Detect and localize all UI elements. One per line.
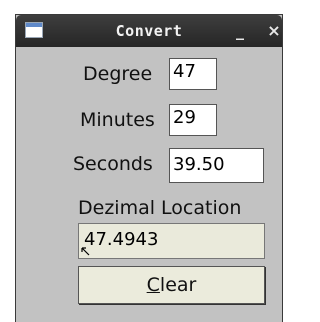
clear-button-label: lear bbox=[159, 274, 197, 296]
title-bar[interactable]: Convert _ × bbox=[16, 15, 282, 47]
result-output[interactable]: 47.4943 bbox=[78, 223, 265, 259]
seconds-input[interactable]: 39.50 bbox=[169, 148, 264, 183]
minutes-input[interactable]: 29 bbox=[169, 104, 217, 136]
clear-button-mnemonic: C bbox=[146, 274, 160, 296]
clear-button[interactable]: Clear bbox=[78, 266, 265, 304]
seconds-label: Seconds bbox=[73, 153, 153, 175]
convert-window: Convert _ × Degree 47 Minutes 29 Seconds… bbox=[15, 14, 283, 322]
result-value: 47.4943 bbox=[84, 229, 159, 250]
close-button[interactable]: × bbox=[265, 15, 283, 47]
result-label: Dezimal Location bbox=[78, 197, 242, 219]
minutes-label: Minutes bbox=[80, 109, 155, 131]
degree-input[interactable]: 47 bbox=[169, 58, 217, 90]
minimize-button[interactable]: _ bbox=[231, 15, 249, 47]
mouse-cursor-icon bbox=[81, 247, 90, 256]
degree-label: Degree bbox=[83, 63, 153, 85]
